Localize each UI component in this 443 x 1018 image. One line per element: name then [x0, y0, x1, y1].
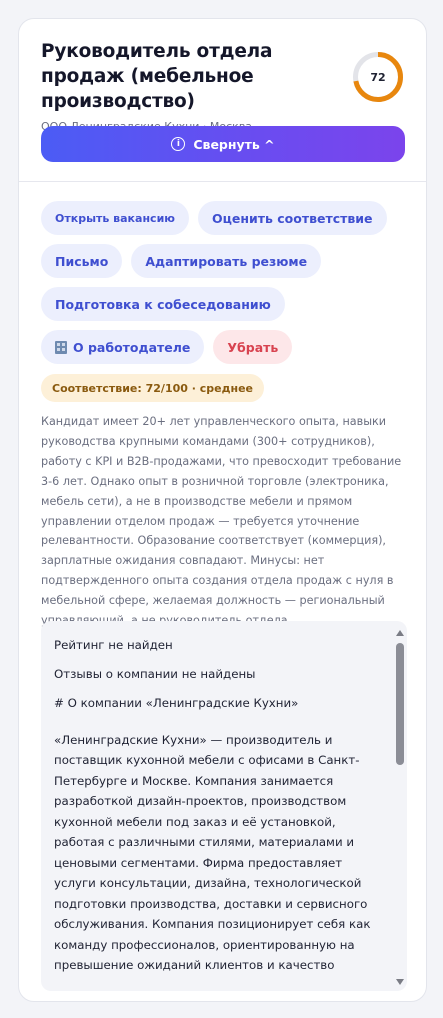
- reviews-text: Отзывы о компании не найдены: [54, 667, 256, 681]
- vacancy-card: Руководитель отдела продаж (мебельное пр…: [18, 18, 427, 1002]
- building-icon: [55, 340, 67, 354]
- about-employer-label: О работодателе: [73, 339, 191, 355]
- open-vacancy-button[interactable]: Открыть вакансию: [41, 201, 189, 235]
- collapse-label: Свернуть ^: [193, 136, 275, 152]
- scroll-down-arrow-icon[interactable]: [396, 979, 404, 985]
- rating-text: Рейтинг не найден: [54, 638, 173, 652]
- collapse-button[interactable]: i Свернуть ^: [41, 126, 405, 162]
- action-buttons: Открыть вакансию Оценить соответствие Пи…: [41, 201, 411, 373]
- score-value: 72: [370, 70, 386, 84]
- info-icon: i: [171, 137, 186, 151]
- scrollbar[interactable]: [393, 621, 407, 991]
- assess-fit-button[interactable]: Оценить соответствие: [197, 201, 387, 235]
- interview-prep-button[interactable]: Подготовка к собеседованию: [41, 287, 285, 321]
- letter-button[interactable]: Письмо: [41, 244, 123, 278]
- card-header: Руководитель отдела продаж (мебельное пр…: [19, 19, 426, 182]
- about-employer-button[interactable]: О работодателе: [41, 330, 205, 364]
- match-summary: Кандидат имеет 20+ лет управленческого о…: [41, 415, 402, 627]
- vacancy-title: Руководитель отдела продаж (мебельное пр…: [41, 41, 273, 112]
- employer-info-panel[interactable]: Рейтинг не найден Отзывы о компании не н…: [41, 621, 407, 991]
- scroll-up-arrow-icon[interactable]: [396, 630, 404, 636]
- adapt-resume-button[interactable]: Адаптировать резюме: [131, 244, 322, 278]
- remove-button[interactable]: Убрать: [213, 330, 293, 364]
- employer-info-content: Рейтинг не найден Отзывы о компании не н…: [54, 635, 384, 976]
- scroll-thumb[interactable]: [396, 643, 404, 765]
- company-heading: # О компании «Ленинградские Кухни»: [54, 696, 299, 710]
- match-badge: Соответствие: 72/100 · среднее: [41, 374, 264, 402]
- company-description: «Ленинградские Кухни» — производитель и …: [54, 732, 371, 973]
- score-ring: 72: [352, 51, 404, 103]
